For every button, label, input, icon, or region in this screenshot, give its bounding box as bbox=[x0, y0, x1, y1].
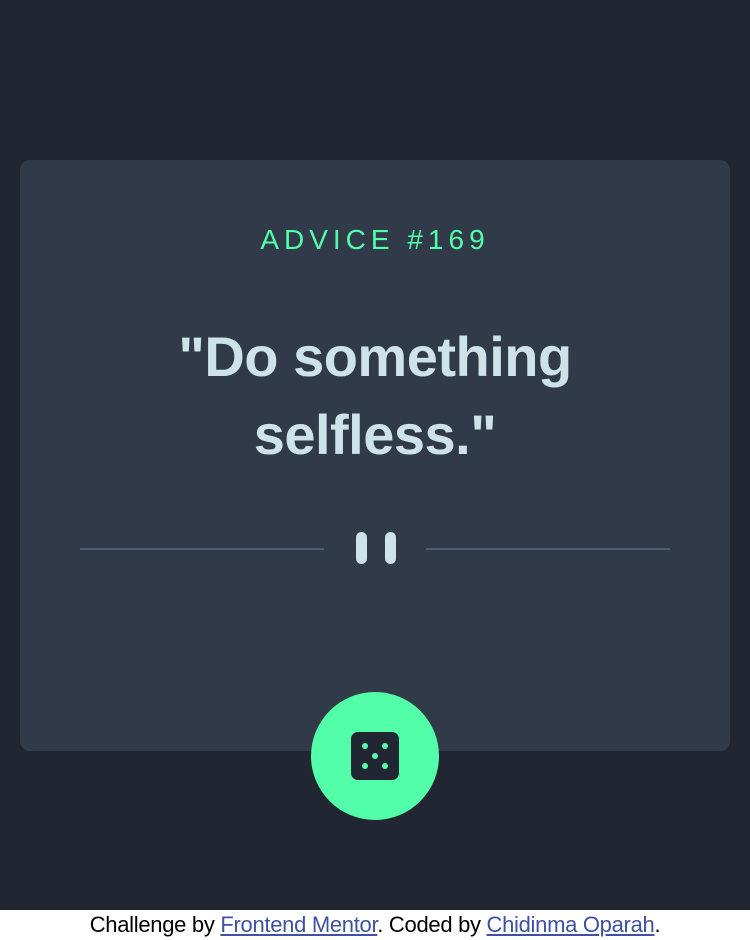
divider-line-left bbox=[80, 548, 324, 550]
attribution-footer: Challenge by Frontend Mentor. Coded by C… bbox=[0, 910, 750, 940]
advice-id-label: ADVICE #169 bbox=[260, 224, 490, 255]
divider bbox=[80, 528, 670, 568]
footer-coded-text: . Coded by bbox=[377, 912, 487, 937]
advice-quote: "Do something selfless." bbox=[178, 325, 572, 466]
footer-suffix: . bbox=[654, 912, 661, 937]
dice-icon bbox=[351, 732, 399, 780]
frontend-mentor-link[interactable]: Frontend Mentor bbox=[220, 912, 377, 937]
footer-challenge-text: Challenge by bbox=[89, 912, 221, 937]
new-advice-button[interactable] bbox=[311, 692, 439, 820]
pause-icon bbox=[356, 532, 396, 564]
author-link[interactable]: Chidinma Oparah bbox=[487, 912, 655, 937]
divider-line-right bbox=[426, 548, 670, 550]
app-background: ADVICE #169 "Do something selfless." bbox=[0, 0, 750, 910]
